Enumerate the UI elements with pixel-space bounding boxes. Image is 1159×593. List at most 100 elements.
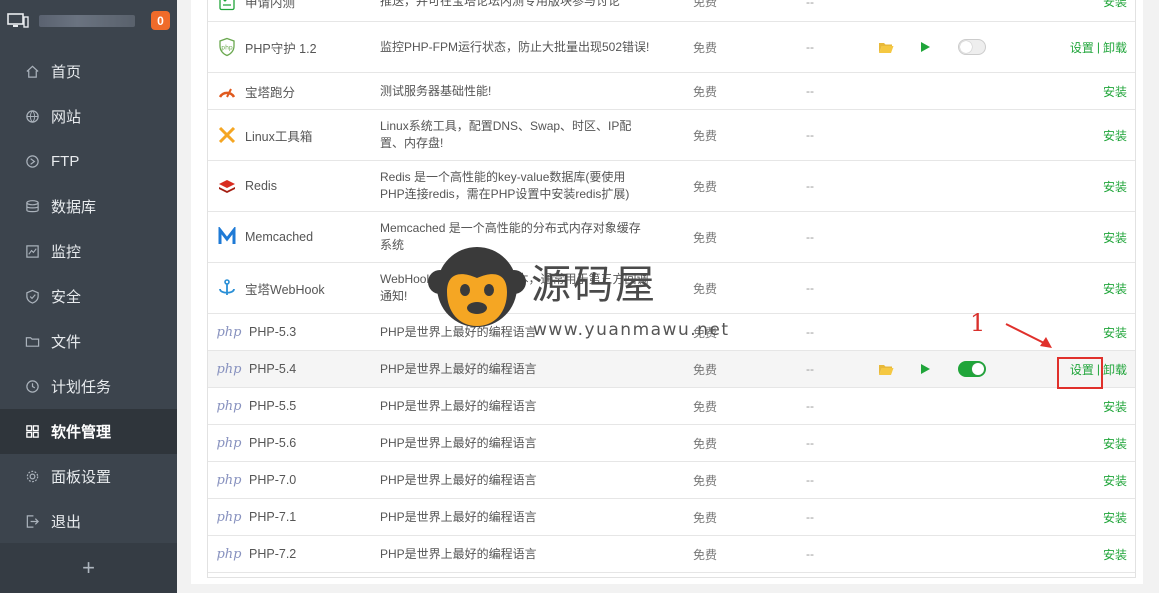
software-price: 免费 xyxy=(693,179,718,194)
software-description: WebHook，可设置回调脚本，通常用于第三方回调通知! xyxy=(380,263,650,313)
software-name-label: PHP-5.4 xyxy=(249,362,297,376)
php-icon-text: php xyxy=(216,546,242,562)
ftp-icon xyxy=(23,153,41,171)
software-name-label: 申请内测 xyxy=(245,0,296,10)
toggle-switch[interactable] xyxy=(958,361,986,377)
nav-label: 文件 xyxy=(51,334,82,351)
software-description-text: 监控PHP-FPM运行状态，防止大批量出现502错误! xyxy=(380,39,650,54)
software-name: 申请内测 xyxy=(216,0,376,21)
table-row: php PHP-5.4 PHP是世界上最好的编程语言 免费 -- 设置 | 卸载 xyxy=(208,351,1135,388)
open-folder-icon[interactable] xyxy=(878,351,898,387)
install-link[interactable]: 安装 xyxy=(1103,280,1127,297)
memcached-icon xyxy=(216,226,238,248)
toggle-knob xyxy=(960,41,972,53)
software-price: 免费 xyxy=(693,547,718,562)
install-link[interactable]: 安装 xyxy=(1103,509,1127,526)
uninstall-link[interactable]: 卸载 xyxy=(1103,361,1127,378)
software-expire: -- xyxy=(806,362,814,376)
open-folder-icon[interactable] xyxy=(878,22,898,72)
software-price: 免费 xyxy=(693,325,718,340)
php-icon-text: php xyxy=(216,398,242,414)
anchor-icon xyxy=(216,277,238,299)
nav-label: 监控 xyxy=(51,244,82,261)
software-description: Redis 是一个高性能的key-value数据库(要使用PHP连接redis，… xyxy=(380,161,650,211)
nav-item-monitor[interactable]: 监控 xyxy=(0,229,177,274)
server-header: 0 xyxy=(0,0,177,42)
php-icon: php xyxy=(216,358,242,380)
software-actions: 安装 xyxy=(1103,212,1127,262)
software-description: PHP是世界上最好的编程语言 xyxy=(380,536,650,572)
table-row: Redis Redis 是一个高性能的key-value数据库(要使用PHP连接r… xyxy=(208,161,1135,212)
php-icon-text: php xyxy=(216,509,242,525)
settings-link[interactable]: 设置 xyxy=(1070,39,1094,56)
nav-label: 网站 xyxy=(51,109,82,126)
nav-item-security[interactable]: 安全 xyxy=(0,274,177,319)
install-link[interactable]: 安装 xyxy=(1103,127,1127,144)
install-link[interactable]: 安装 xyxy=(1103,0,1127,10)
software-name: php PHP守护 1.2 xyxy=(216,22,376,72)
autostart-toggle[interactable] xyxy=(958,22,998,72)
software-expire: -- xyxy=(806,179,814,193)
nav-item-database[interactable]: 数据库 xyxy=(0,184,177,229)
php-icon-text: php xyxy=(216,435,242,451)
nav-item-panel-settings[interactable]: 面板设置 xyxy=(0,454,177,499)
software-name: php PHP-7.2 xyxy=(216,536,376,572)
software-name-label: Redis xyxy=(245,179,277,193)
software-name: Redis xyxy=(216,161,376,211)
install-link[interactable]: 安装 xyxy=(1103,472,1127,489)
php-icon: php xyxy=(216,321,242,343)
software-name: 宝塔WebHook xyxy=(216,263,376,313)
install-link[interactable]: 安装 xyxy=(1103,398,1127,415)
autostart-toggle[interactable] xyxy=(958,351,998,387)
software-description: PHP是世界上最好的编程语言 xyxy=(380,425,650,461)
software-actions: 安装 xyxy=(1103,161,1127,211)
software-name-label: Linux工具箱 xyxy=(245,129,313,144)
install-link[interactable]: 安装 xyxy=(1103,229,1127,246)
nav-label: FTP xyxy=(51,153,80,170)
software-name-label: Memcached xyxy=(245,230,314,244)
php-icon-text: php xyxy=(216,472,242,488)
php-guard-shield-icon: php xyxy=(216,36,238,58)
redis-icon xyxy=(216,175,238,197)
nav-item-software[interactable]: 软件管理 xyxy=(0,409,177,454)
nav-item-home[interactable]: 首页 xyxy=(0,49,177,94)
install-link[interactable]: 安装 xyxy=(1103,178,1127,195)
nav-item-ftp[interactable]: FTP xyxy=(0,139,177,184)
php-icon-text: php xyxy=(216,324,242,340)
clock-icon xyxy=(23,378,41,396)
svg-text:php: php xyxy=(221,45,233,52)
table-row: 宝塔WebHook WebHook，可设置回调脚本，通常用于第三方回调通知! 免费 -… xyxy=(208,263,1135,314)
software-price: 免费 xyxy=(693,40,718,55)
software-expire: -- xyxy=(806,325,814,339)
nav-item-cron[interactable]: 计划任务 xyxy=(0,364,177,409)
message-badge[interactable]: 0 xyxy=(151,11,170,30)
install-link[interactable]: 安装 xyxy=(1103,435,1127,452)
nav-label: 面板设置 xyxy=(51,469,112,486)
toggle-switch[interactable] xyxy=(958,39,986,55)
table-row: php PHP守护 1.2 监控PHP-FPM运行状态，防止大批量出现502错误! 免… xyxy=(208,22,1135,73)
table-row: 宝塔跑分 测试服务器基础性能! 免费 -- 安装 xyxy=(208,73,1135,110)
play-icon[interactable] xyxy=(919,351,939,387)
install-link[interactable]: 安装 xyxy=(1103,83,1127,100)
software-name-label: 宝塔WebHook xyxy=(245,282,325,297)
monitor-icon xyxy=(7,13,29,28)
software-price: 免费 xyxy=(693,128,718,143)
software-expire: -- xyxy=(806,128,814,142)
annotation-arrow-icon xyxy=(1005,323,1052,348)
nav-item-website[interactable]: 网站 xyxy=(0,94,177,139)
logout-icon xyxy=(23,513,41,531)
install-link[interactable]: 安装 xyxy=(1103,546,1127,563)
nav-label: 安全 xyxy=(51,289,82,306)
nav-item-logout[interactable]: 退出 xyxy=(0,499,177,544)
software-description-text: PHP是世界上最好的编程语言 xyxy=(380,509,537,524)
nav-item-files[interactable]: 文件 xyxy=(0,319,177,364)
software-description: PHP是世界上最好的编程语言 xyxy=(380,351,650,387)
software-actions: 安装 xyxy=(1103,110,1127,160)
software-actions: 安装 xyxy=(1103,388,1127,424)
play-icon[interactable] xyxy=(919,22,939,72)
add-button[interactable]: + xyxy=(0,543,177,593)
table-row: 申请内测 推送，并可在宝塔论坛内测专用版块参与讨论 免费 -- 安装 xyxy=(208,0,1135,22)
uninstall-link[interactable]: 卸载 xyxy=(1103,39,1127,56)
table-row: php PHP-7.2 PHP是世界上最好的编程语言 免费 -- 安装 xyxy=(208,536,1135,573)
install-link[interactable]: 安装 xyxy=(1103,324,1127,341)
